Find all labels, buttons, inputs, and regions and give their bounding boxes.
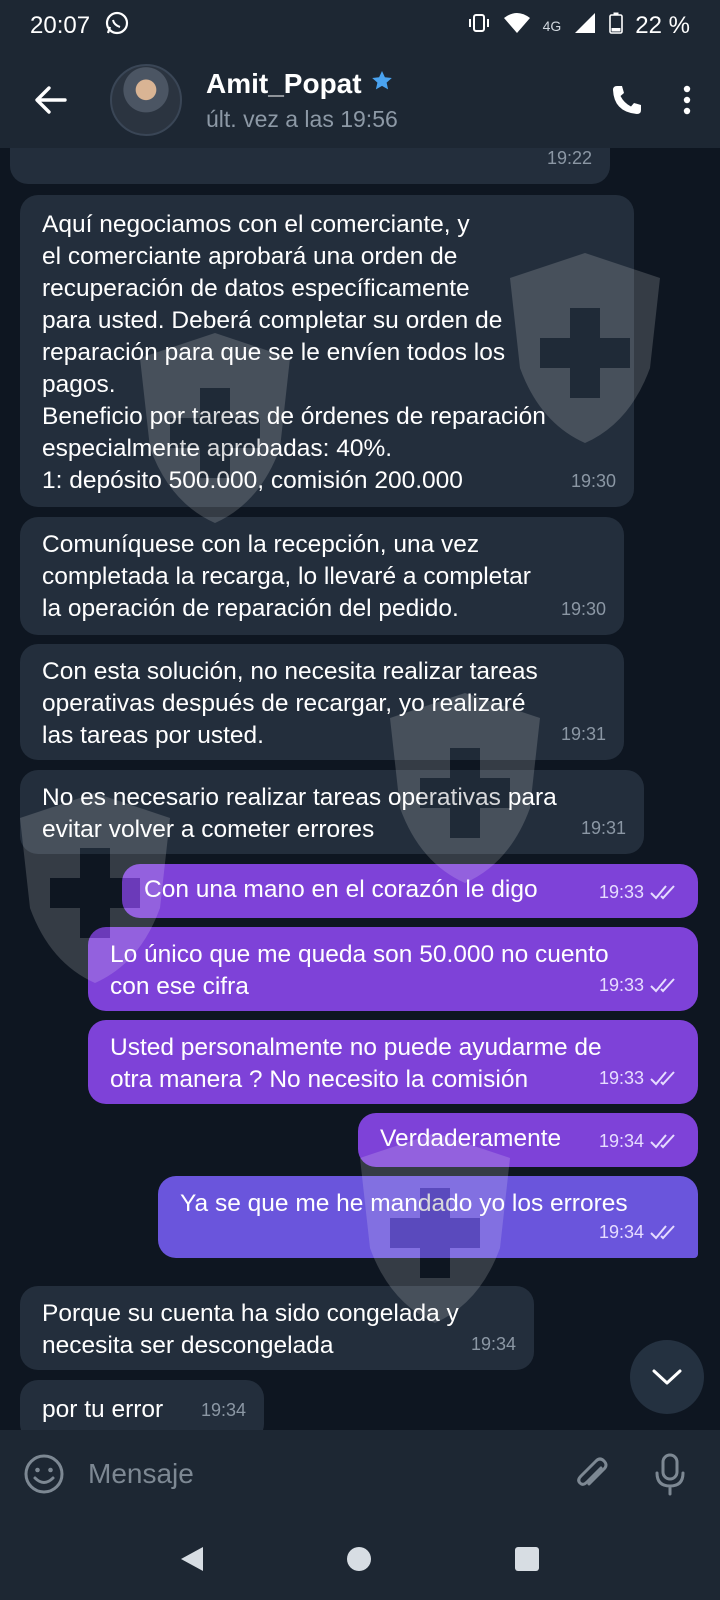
message-bubble-incoming[interactable]: 19:22 [10, 148, 610, 184]
message-text: Con una mano en el corazón le digo [144, 876, 538, 903]
message-input[interactable] [88, 1458, 572, 1490]
back-arrow-icon [35, 86, 67, 114]
status-time: 20:07 [30, 12, 91, 39]
message-time: 19:31 [560, 724, 606, 744]
scroll-down-button[interactable] [630, 1340, 704, 1414]
message-bubble-incoming[interactable]: por tu error 19:34 [20, 1380, 264, 1430]
signal-icon [573, 12, 597, 41]
message-list[interactable]: 19:22 Aquí negociamos con el comerciante… [0, 148, 720, 1430]
more-vertical-icon [683, 85, 691, 115]
double-check-icon [650, 885, 675, 900]
paperclip-icon [577, 1457, 608, 1486]
status-bar: 20:07 4G 22 % [0, 0, 720, 52]
nav-back-button[interactable] [179, 1545, 205, 1573]
message-bubble-incoming[interactable]: No es necesario realizar tareas operativ… [20, 770, 644, 854]
contact-avatar[interactable] [110, 64, 182, 136]
double-check-icon [650, 978, 675, 993]
message-time: 19:33 [598, 882, 644, 902]
whatsapp-notification-icon [104, 10, 130, 43]
battery-icon [609, 12, 624, 41]
double-check-icon [650, 1071, 675, 1086]
message-text: Aquí negociamos con el comerciante, y el… [42, 211, 546, 494]
message-meta: 19:33 [599, 969, 680, 1001]
emoji-button[interactable] [22, 1452, 66, 1496]
attach-button[interactable] [572, 1454, 612, 1494]
message-time: 19:34 [598, 1222, 644, 1242]
back-button[interactable] [20, 85, 80, 115]
message-bubble-incoming[interactable]: Porque su cuenta ha sido congelada y nec… [20, 1286, 534, 1370]
contact-name: Amit_Popat [206, 67, 362, 99]
message-time: 19:34 [598, 1131, 644, 1151]
wifi-icon [503, 12, 531, 41]
message-time: 19:33 [598, 975, 644, 995]
microphone-icon [655, 1453, 685, 1496]
triangle-back-icon [181, 1547, 203, 1571]
message-text: Lo único que me queda son 50.000 no cuen… [110, 941, 609, 1000]
square-recents-icon [515, 1547, 539, 1571]
message-meta: 19:33 [599, 1062, 680, 1094]
message-meta: 19:34 [599, 1216, 680, 1248]
message-time: 19:33 [598, 1068, 644, 1088]
message-time: 19:30 [560, 599, 606, 619]
chevron-down-icon [652, 1369, 682, 1385]
message-text: No es necesario realizar tareas operativ… [42, 784, 557, 843]
network-type: 4G [542, 18, 562, 34]
message-meta: 19:34 [599, 1125, 680, 1157]
last-seen-status: últ. vez a las 19:56 [206, 105, 398, 132]
message-time: 19:34 [470, 1334, 516, 1354]
message-text: Porque su cuenta ha sido congelada y nec… [42, 1300, 459, 1359]
circle-home-icon [347, 1547, 371, 1571]
message-bubble-outgoing[interactable]: Usted personalmente no puede ayudarme de… [88, 1020, 698, 1104]
battery-percent: 22 % [635, 12, 690, 39]
message-bubble-outgoing[interactable]: Con una mano en el corazón le digo 19:33 [122, 864, 698, 918]
message-text: Comuníquese con la recepción, una vez co… [42, 531, 531, 622]
nav-recents-button[interactable] [513, 1545, 541, 1573]
message-time: 19:34 [200, 1400, 246, 1420]
chat-header: Amit_Popat últ. vez a las 19:56 [0, 52, 720, 148]
phone-icon [613, 86, 641, 114]
message-meta: 19:33 [599, 876, 680, 908]
more-options-button[interactable] [682, 84, 692, 116]
verified-star-icon [370, 68, 394, 100]
message-time: 19:30 [570, 471, 616, 491]
call-button[interactable] [610, 83, 644, 117]
system-navigation-bar [0, 1518, 720, 1600]
voice-record-button[interactable] [654, 1452, 686, 1496]
message-time: 19:22 [546, 148, 592, 168]
double-check-icon [650, 1134, 675, 1149]
message-bubble-outgoing[interactable]: Verdaderamente 19:34 [358, 1113, 698, 1167]
message-bubble-incoming[interactable]: Comuníquese con la recepción, una vez co… [20, 517, 624, 635]
emoji-icon [24, 1454, 64, 1494]
contact-info[interactable]: Amit_Popat últ. vez a las 19:56 [206, 68, 398, 133]
message-text: Usted personalmente no puede ayudarme de… [110, 1034, 602, 1093]
nav-home-button[interactable] [345, 1545, 373, 1573]
message-bubble-incoming[interactable]: Con esta solución, no necesita realizar … [20, 644, 624, 760]
message-composer [0, 1430, 720, 1518]
vibrate-icon [467, 12, 491, 41]
message-bubble-outgoing[interactable]: Ya se que me he mandado yo los errores 1… [158, 1176, 698, 1258]
message-time: 19:31 [580, 818, 626, 838]
message-bubble-incoming[interactable]: Aquí negociamos con el comerciante, y el… [20, 195, 634, 507]
message-text: Con esta solución, no necesita realizar … [42, 658, 538, 749]
message-bubble-outgoing[interactable]: Lo único que me queda son 50.000 no cuen… [88, 927, 698, 1011]
double-check-icon [650, 1225, 675, 1240]
